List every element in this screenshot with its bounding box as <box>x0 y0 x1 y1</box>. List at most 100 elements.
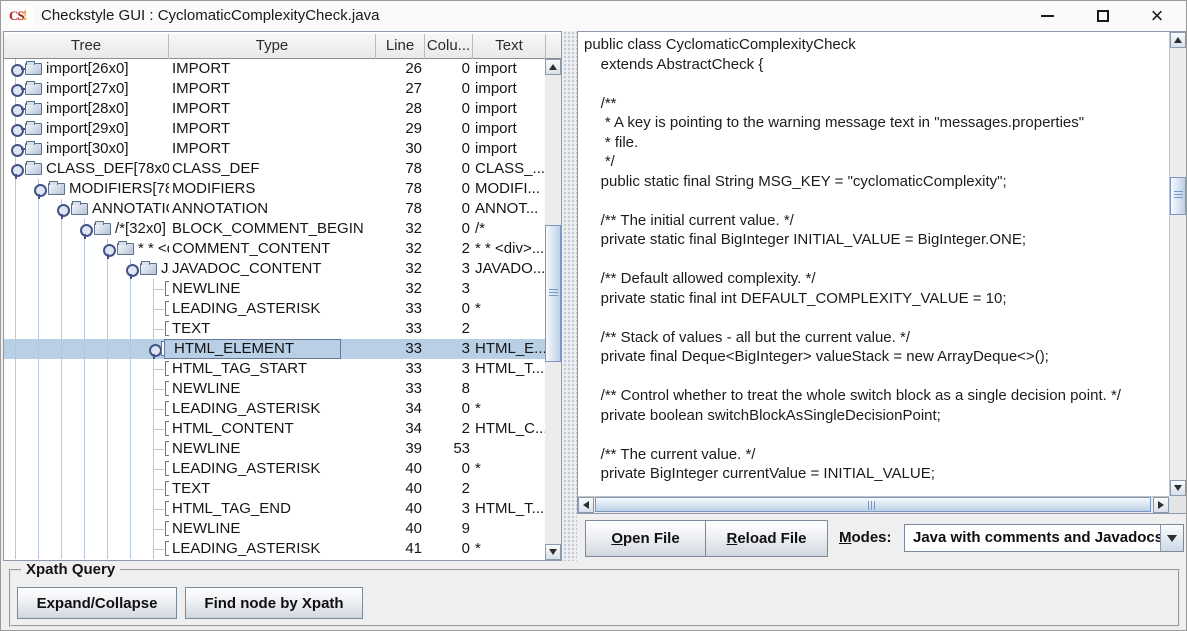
code-horizontal-scrollbar[interactable] <box>578 496 1169 513</box>
table-row[interactable]: import[27x0]IMPORT270import <box>4 79 545 99</box>
table-row[interactable]: HTML_TAG_START333HTML_T... <box>4 359 545 379</box>
dropdown-arrow-button[interactable] <box>1160 525 1183 551</box>
table-row[interactable]: NEWLINE323 <box>4 279 545 299</box>
table-row[interactable]: TEXT332 <box>4 319 545 339</box>
line-cell: 30 <box>376 139 425 159</box>
collapse-handle-icon[interactable] <box>33 182 48 197</box>
table-row[interactable]: LEADING_ASTERISK330* <box>4 299 545 319</box>
type-cell: IMPORT <box>169 59 376 79</box>
table-row[interactable]: import[30x0]IMPORT300import <box>4 139 545 159</box>
code-line: private static final int DEFAULT_COMPLEX… <box>584 289 1167 309</box>
type-cell: LEADING_ASTERISK <box>169 299 376 319</box>
table-row[interactable]: TEXT402 <box>4 479 545 499</box>
reload-file-label: eload File <box>737 530 806 547</box>
table-row[interactable]: * * <div>...COMMENT_CONTENT322* * <div>.… <box>4 239 545 259</box>
tree-vertical-scrollbar[interactable] <box>545 59 561 560</box>
line-cell: 78 <box>376 179 425 199</box>
expand-handle-icon[interactable] <box>10 142 25 157</box>
table-row[interactable]: NEWLINE409 <box>4 519 545 539</box>
table-row[interactable]: HTML_ELEMENT333HTML_E... <box>4 339 545 359</box>
table-row[interactable]: NEWLINE338 <box>4 379 545 399</box>
table-row[interactable]: JAVADOC_CONTENT[32x3]JAVADOC_CONTENT323J… <box>4 259 545 279</box>
table-row[interactable]: NEWLINE3953 <box>4 439 545 459</box>
table-row[interactable]: LEADING_ASTERISK340* <box>4 399 545 419</box>
collapse-handle-icon[interactable] <box>102 242 117 257</box>
leaf-document-icon <box>165 421 169 436</box>
table-row[interactable]: MODIFIERS[78x0]MODIFIERS780MODIFI... <box>4 179 545 199</box>
code-hscroll-thumb[interactable] <box>595 497 1151 512</box>
expand-handle-icon[interactable] <box>10 82 25 97</box>
text-cell: MODIFI... <box>473 179 545 199</box>
type-cell: CLASS_DEF <box>169 159 376 179</box>
find-node-by-xpath-button[interactable]: Find node by Xpath <box>185 587 363 619</box>
column-header-type[interactable]: Type <box>169 34 376 59</box>
code-vscroll-thumb[interactable] <box>1170 177 1186 215</box>
scroll-up-button[interactable] <box>545 59 561 75</box>
table-row[interactable]: import[26x0]IMPORT260import <box>4 59 545 79</box>
column-header-text[interactable]: Text <box>473 34 546 59</box>
line-cell: 26 <box>376 59 425 79</box>
tree-connector-line <box>154 549 164 550</box>
modes-dropdown[interactable]: Java with comments and Javadocs <box>904 524 1184 552</box>
close-button[interactable]: × <box>1134 1 1180 31</box>
collapse-handle-icon[interactable] <box>79 222 94 237</box>
minimize-button[interactable] <box>1024 1 1070 31</box>
code-viewport[interactable]: public class CyclomaticComplexityCheck e… <box>579 32 1167 496</box>
column-cell: 2 <box>425 479 473 499</box>
maximize-button[interactable] <box>1080 1 1126 31</box>
collapse-handle-icon[interactable] <box>10 162 25 177</box>
line-cell: 29 <box>376 119 425 139</box>
table-row[interactable]: ANNOTATION[78x0]ANNOTATION780ANNOT... <box>4 199 545 219</box>
scroll-right-button[interactable] <box>1153 497 1169 513</box>
expand-handle-icon[interactable] <box>10 62 25 77</box>
line-cell: 78 <box>376 159 425 179</box>
tree-guide-line <box>15 239 16 259</box>
tree-guide-line <box>84 299 85 319</box>
scroll-left-button[interactable] <box>578 497 594 513</box>
tree-node-label: ANNOTATION[78x0] <box>92 199 169 219</box>
table-row[interactable]: HTML_TAG_END403HTML_T... <box>4 499 545 519</box>
code-line: * A key is pointing to the warning messa… <box>584 113 1167 133</box>
expand-handle-icon[interactable] <box>10 122 25 137</box>
leaf-document-icon <box>165 521 169 536</box>
type-cell: MODIFIERS <box>169 179 376 199</box>
tree-scroll-thumb[interactable] <box>545 225 561 362</box>
code-vertical-scrollbar[interactable] <box>1169 32 1186 496</box>
table-row[interactable]: import[29x0]IMPORT290import <box>4 119 545 139</box>
tree-guide-line <box>15 339 16 359</box>
table-row[interactable]: HTML_CONTENT342HTML_C... <box>4 419 545 439</box>
type-cell: TEXT <box>169 479 376 499</box>
reload-file-button[interactable]: Reload File <box>705 520 828 557</box>
table-row[interactable]: import[28x0]IMPORT280import <box>4 99 545 119</box>
table-row[interactable]: CLASS_DEF[78x0]CLASS_DEF780CLASS_... <box>4 159 545 179</box>
column-header-column[interactable]: Colu... <box>425 34 473 59</box>
expand-collapse-button[interactable]: Expand/Collapse <box>17 587 177 619</box>
column-cell: 3 <box>425 259 473 279</box>
tree-cell: import[29x0] <box>4 119 169 139</box>
scroll-down-button[interactable] <box>545 544 561 560</box>
column-header-tree[interactable]: Tree <box>4 34 169 59</box>
split-pane-divider[interactable] <box>563 31 577 561</box>
tree-guide-line <box>84 399 85 419</box>
table-row[interactable]: LEADING_ASTERISK410* <box>4 539 545 559</box>
tree-guide-line <box>84 339 85 359</box>
table-row[interactable]: LEADING_ASTERISK400* <box>4 459 545 479</box>
tree-connector-line <box>154 289 164 290</box>
column-header-line[interactable]: Line <box>376 34 425 59</box>
logo-cs-text: CS <box>9 8 24 24</box>
source-code-pane: public class CyclomaticComplexityCheck e… <box>577 31 1187 514</box>
table-row[interactable]: /*[32x0]BLOCK_COMMENT_BEGIN320/* <box>4 219 545 239</box>
scroll-down-button[interactable] <box>1170 480 1186 496</box>
tree-node-label: import[26x0] <box>46 59 129 79</box>
open-file-button[interactable]: Open File <box>585 520 706 557</box>
line-cell: 39 <box>376 439 425 459</box>
line-cell: 34 <box>376 419 425 439</box>
collapse-handle-icon[interactable] <box>125 262 140 277</box>
collapse-handle-icon[interactable] <box>56 202 71 217</box>
expand-handle-icon[interactable] <box>10 102 25 117</box>
tree-guide-line <box>130 459 131 479</box>
scroll-up-button[interactable] <box>1170 32 1186 48</box>
tree-cell: MODIFIERS[78x0] <box>4 179 169 199</box>
arrow-right-icon <box>1158 501 1164 509</box>
tree-guide-line <box>38 459 39 479</box>
